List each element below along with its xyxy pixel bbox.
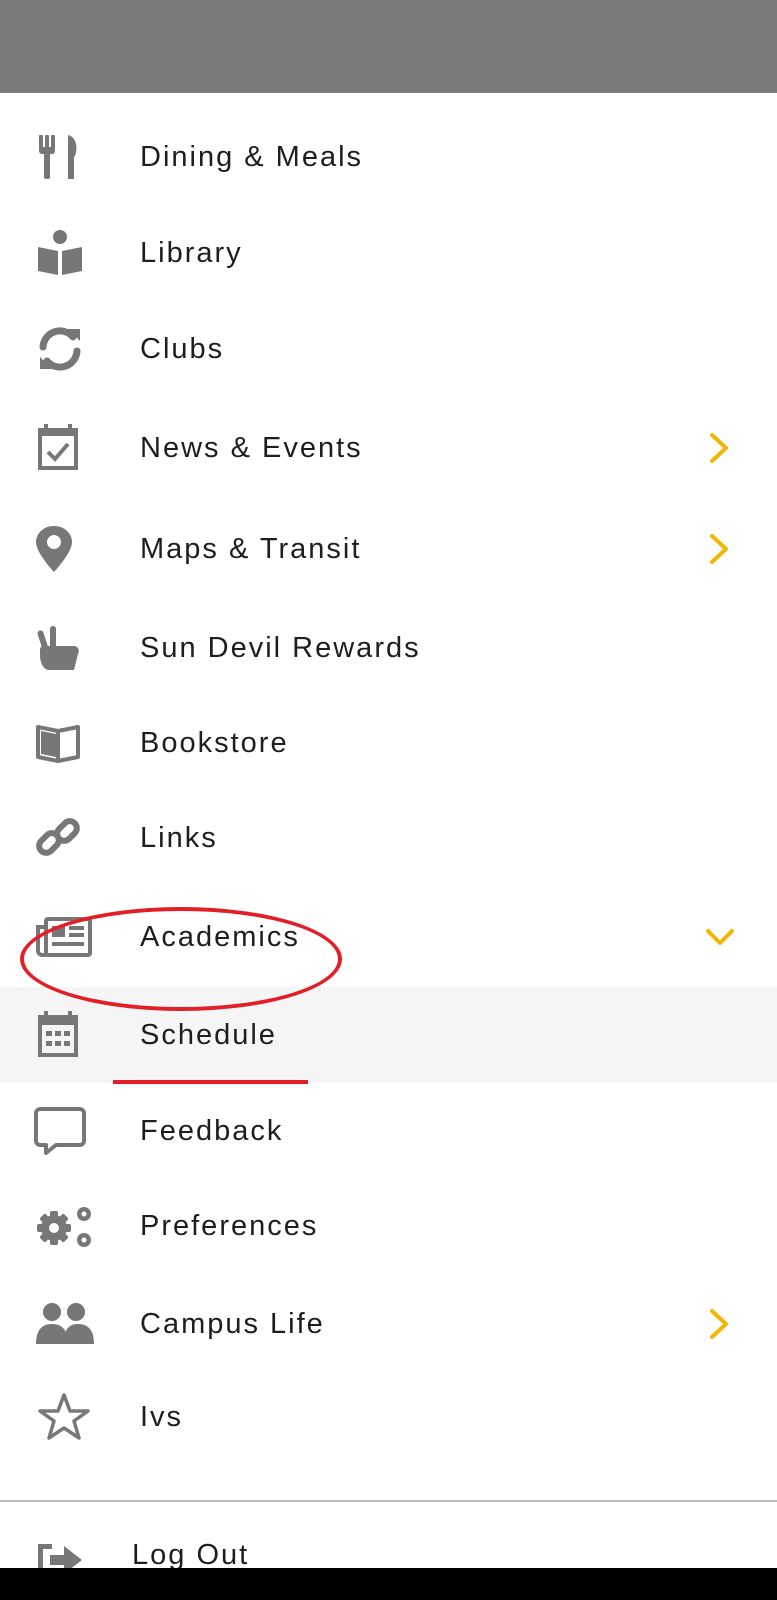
gears-icon [34,1202,98,1250]
chevron-right-icon [706,531,734,567]
menu-item-label: Schedule [140,1019,277,1051]
menu-item-label: Ivs [140,1401,184,1433]
open-book-icon [34,719,98,767]
menu-item-label: Campus Life [140,1308,325,1340]
calendar-check-icon [34,424,98,472]
menu-item-feedback[interactable]: Feedback [0,1083,777,1179]
menu-divider [0,1500,777,1502]
menu-item-label: Maps & Transit [140,533,362,565]
pitchfork-hand-icon [34,624,98,672]
menu-item-preferences[interactable]: Preferences [0,1178,777,1274]
top-app-bar [0,0,777,93]
system-navigation-bar [0,1568,777,1600]
menu-item-maps-transit[interactable]: Maps & Transit [0,501,777,597]
logout-button[interactable]: Log Out [0,1508,777,1568]
link-icon [34,814,98,862]
menu-item-label: Academics [140,921,300,953]
logout-icon [36,1538,86,1568]
reading-person-icon [34,229,98,277]
menu-item-news-events[interactable]: News & Events [0,400,777,496]
menu-item-label: Clubs [140,333,225,365]
menu-item-sun-devil-rewards[interactable]: Sun Devil Rewards [0,600,777,696]
menu-item-schedule[interactable]: Schedule [0,987,777,1083]
menu-item-dining-meals[interactable]: Dining & Meals [0,109,777,205]
menu-item-clubs[interactable]: Clubs [0,301,777,397]
menu-item-bookstore[interactable]: Bookstore [0,695,777,791]
menu-item-links[interactable]: Links [0,790,777,886]
newspaper-icon [34,913,98,961]
menu-item-campus-life[interactable]: Campus Life [0,1276,777,1372]
menu-item-label: Library [140,237,243,269]
fork-knife-icon [34,133,98,181]
menu-item-academics[interactable]: Academics [0,889,777,985]
menu-item-label: Bookstore [140,727,289,759]
menu-item-label: Dining & Meals [140,141,364,173]
menu-item-label: Sun Devil Rewards [140,632,421,664]
calendar-grid-icon [34,1011,98,1059]
users-icon [34,1300,98,1348]
menu-item-label: News & Events [140,432,363,464]
sync-icon [34,325,98,373]
menu-item-library[interactable]: Library [0,205,777,301]
menu-item-ivs[interactable]: Ivs [0,1369,777,1465]
speech-bubble-icon [34,1107,98,1155]
chevron-right-icon [706,1306,734,1342]
chevron-right-icon [706,430,734,466]
menu-item-label: Feedback [140,1115,284,1147]
map-pin-icon [34,525,98,573]
logout-label: Log Out [132,1539,250,1568]
menu-item-label: Links [140,822,218,854]
menu-item-label: Preferences [140,1210,319,1242]
star-icon [34,1393,98,1441]
chevron-down-icon [706,919,734,955]
